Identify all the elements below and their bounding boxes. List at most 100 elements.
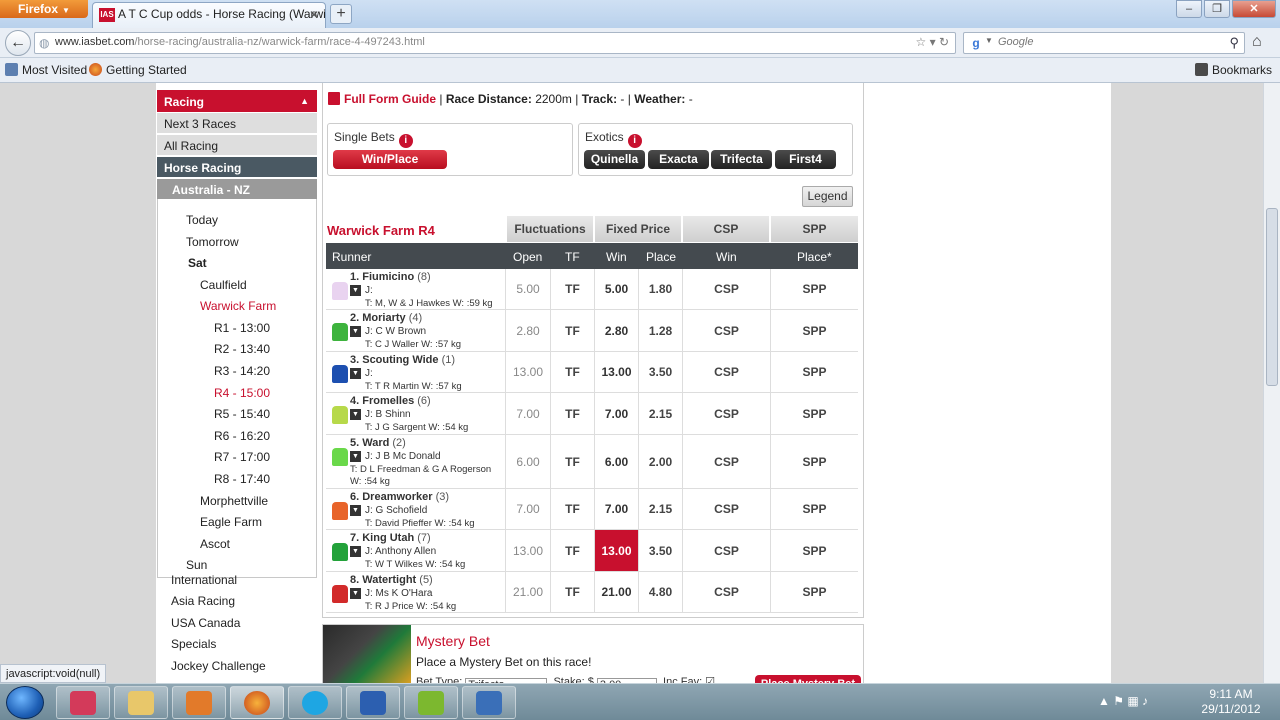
expand-chevron-icon[interactable]: ▼ — [350, 368, 361, 379]
sidebar-item-sun[interactable]: Sun — [186, 558, 207, 572]
tf-cell[interactable]: TF — [550, 489, 594, 529]
sidebar-item-eagle-farm[interactable]: Eagle Farm — [200, 515, 262, 529]
sidebar-item-international[interactable]: International — [171, 573, 237, 587]
close-tab-icon[interactable]: ✕ — [309, 8, 319, 22]
sidebar-item-sat[interactable]: Sat — [188, 256, 207, 270]
fixed-place-odds[interactable]: 1.80 — [638, 269, 682, 309]
csp-win-cell[interactable]: CSP — [682, 393, 770, 434]
tray-expand-icon[interactable]: ▲ — [1098, 694, 1110, 708]
csp-win-cell[interactable]: CSP — [682, 310, 770, 351]
runner-name[interactable]: 6. Dreamworker (3) — [350, 491, 449, 503]
new-tab-button[interactable]: + — [330, 4, 352, 24]
sidebar-item-usa-canada[interactable]: USA Canada — [171, 616, 240, 630]
bookmark-most-visited[interactable]: Most Visited — [5, 63, 87, 77]
fixed-place-odds[interactable]: 3.50 — [638, 530, 682, 571]
spp-place-cell[interactable]: SPP — [770, 489, 858, 529]
fixed-win-odds[interactable]: 2.80 — [594, 310, 638, 351]
tf-cell[interactable]: TF — [550, 310, 594, 351]
fixed-place-odds[interactable]: 4.80 — [638, 572, 682, 612]
taskbar-app-word[interactable] — [346, 686, 400, 719]
race-link[interactable]: R5 - 15:40 — [214, 407, 270, 421]
sidebar-item-morphettville[interactable]: Morphettville — [200, 494, 268, 508]
taskbar-app-media-player[interactable] — [172, 686, 226, 719]
spp-place-cell[interactable]: SPP — [770, 393, 858, 434]
tf-cell[interactable]: TF — [550, 530, 594, 571]
expand-chevron-icon[interactable]: ▼ — [350, 326, 361, 337]
tf-cell[interactable]: TF — [550, 572, 594, 612]
search-icon[interactable]: ⚲ — [1229, 35, 1239, 51]
search-bar[interactable]: g ▼ Google ⚲ — [963, 32, 1245, 54]
close-window-button[interactable]: ✕ — [1232, 0, 1276, 18]
fixed-win-odds[interactable]: 13.00 — [594, 352, 638, 392]
history-dropdown-icon[interactable]: ▾ — [930, 35, 936, 49]
clock[interactable]: 9:11 AM 29/11/2012 — [1196, 687, 1266, 717]
sidebar-item-warwick-farm[interactable]: Warwick Farm — [200, 299, 276, 313]
race-link[interactable]: R8 - 17:40 — [214, 472, 270, 486]
tf-cell[interactable]: TF — [550, 393, 594, 434]
csp-win-cell[interactable]: CSP — [682, 572, 770, 612]
full-form-guide-link[interactable]: Full Form Guide — [344, 92, 436, 106]
home-icon[interactable]: ⌂ — [1252, 33, 1262, 51]
vertical-scrollbar[interactable] — [1263, 83, 1280, 683]
start-button[interactable] — [6, 686, 44, 719]
fixed-place-odds[interactable]: 2.00 — [638, 435, 682, 488]
url-bar[interactable]: ◍ www.iasbet.com/horse-racing/australia-n… — [34, 32, 956, 54]
runner-name[interactable]: 7. King Utah (7) — [350, 532, 431, 544]
sidebar-item-caulfield[interactable]: Caulfield — [200, 278, 247, 292]
sidebar-item-specials[interactable]: Specials — [171, 637, 216, 651]
volume-icon[interactable]: ♪ — [1142, 694, 1148, 708]
spp-place-cell[interactable]: SPP — [770, 269, 858, 309]
expand-chevron-icon[interactable]: ▼ — [350, 588, 361, 599]
minimize-button[interactable]: – — [1176, 0, 1202, 18]
legend-button[interactable]: Legend — [802, 186, 853, 207]
quinella-button[interactable]: Quinella — [584, 150, 645, 169]
flag-icon[interactable]: ⚑ — [1113, 694, 1124, 708]
scrollbar-thumb[interactable] — [1266, 208, 1278, 386]
fixed-place-odds[interactable]: 1.28 — [638, 310, 682, 351]
trifecta-button[interactable]: Trifecta — [711, 150, 772, 169]
expand-chevron-icon[interactable]: ▼ — [350, 451, 361, 462]
fixed-win-odds[interactable]: 6.00 — [594, 435, 638, 488]
taskbar-app-gt[interactable] — [404, 686, 458, 719]
bookmark-star-icon[interactable]: ☆ — [915, 35, 926, 49]
google-icon[interactable]: g — [968, 35, 984, 51]
expand-chevron-icon[interactable]: ▼ — [350, 505, 361, 516]
info-icon[interactable]: i — [398, 134, 413, 148]
sidebar-item-tomorrow[interactable]: Tomorrow — [186, 235, 239, 249]
spp-place-cell[interactable]: SPP — [770, 352, 858, 392]
sidebar-item-australia-nz[interactable]: Australia - NZ — [157, 179, 317, 199]
back-button[interactable]: ← — [5, 30, 31, 56]
spp-place-cell[interactable]: SPP — [770, 530, 858, 571]
sidebar-item-asia-racing[interactable]: Asia Racing — [171, 594, 235, 608]
runner-name[interactable]: 8. Watertight (5) — [350, 574, 433, 586]
tf-cell[interactable]: TF — [550, 435, 594, 488]
tf-cell[interactable]: TF — [550, 269, 594, 309]
fixed-place-odds[interactable]: 3.50 — [638, 352, 682, 392]
taskbar-app-skype[interactable] — [288, 686, 342, 719]
reload-icon[interactable]: ↻ — [939, 35, 949, 49]
runner-name[interactable]: 3. Scouting Wide (1) — [350, 354, 455, 366]
sidebar-item-next-3-races[interactable]: Next 3 Races — [157, 113, 317, 133]
spp-place-cell[interactable]: SPP — [770, 310, 858, 351]
info-icon[interactable]: i — [627, 134, 642, 148]
race-link[interactable]: R2 - 13:40 — [214, 342, 270, 356]
collapse-icon[interactable]: ▲ — [300, 96, 309, 106]
firefox-menu-button[interactable]: Firefox ▼ — [0, 0, 88, 18]
fixed-win-odds[interactable]: 7.00 — [594, 393, 638, 434]
race-link[interactable]: R6 - 16:20 — [214, 429, 270, 443]
win-place-button[interactable]: Win/Place — [333, 150, 447, 169]
sidebar-header-racing[interactable]: Racing ▲ — [157, 90, 317, 112]
sidebar-item-horse-racing[interactable]: Horse Racing — [157, 157, 317, 177]
expand-chevron-icon[interactable]: ▼ — [350, 409, 361, 420]
fixed-win-odds[interactable]: 5.00 — [594, 269, 638, 309]
fixed-place-odds[interactable]: 2.15 — [638, 393, 682, 434]
race-link[interactable]: R7 - 17:00 — [214, 450, 270, 464]
expand-chevron-icon[interactable]: ▼ — [350, 285, 361, 296]
taskbar-app-firefox[interactable] — [230, 686, 284, 719]
network-icon[interactable]: ▦ — [1127, 694, 1138, 708]
spp-place-cell[interactable]: SPP — [770, 435, 858, 488]
csp-win-cell[interactable]: CSP — [682, 269, 770, 309]
csp-win-cell[interactable]: CSP — [682, 352, 770, 392]
taskbar-app-acrobat[interactable] — [56, 686, 110, 719]
sidebar-item-all-racing[interactable]: All Racing — [157, 135, 317, 155]
